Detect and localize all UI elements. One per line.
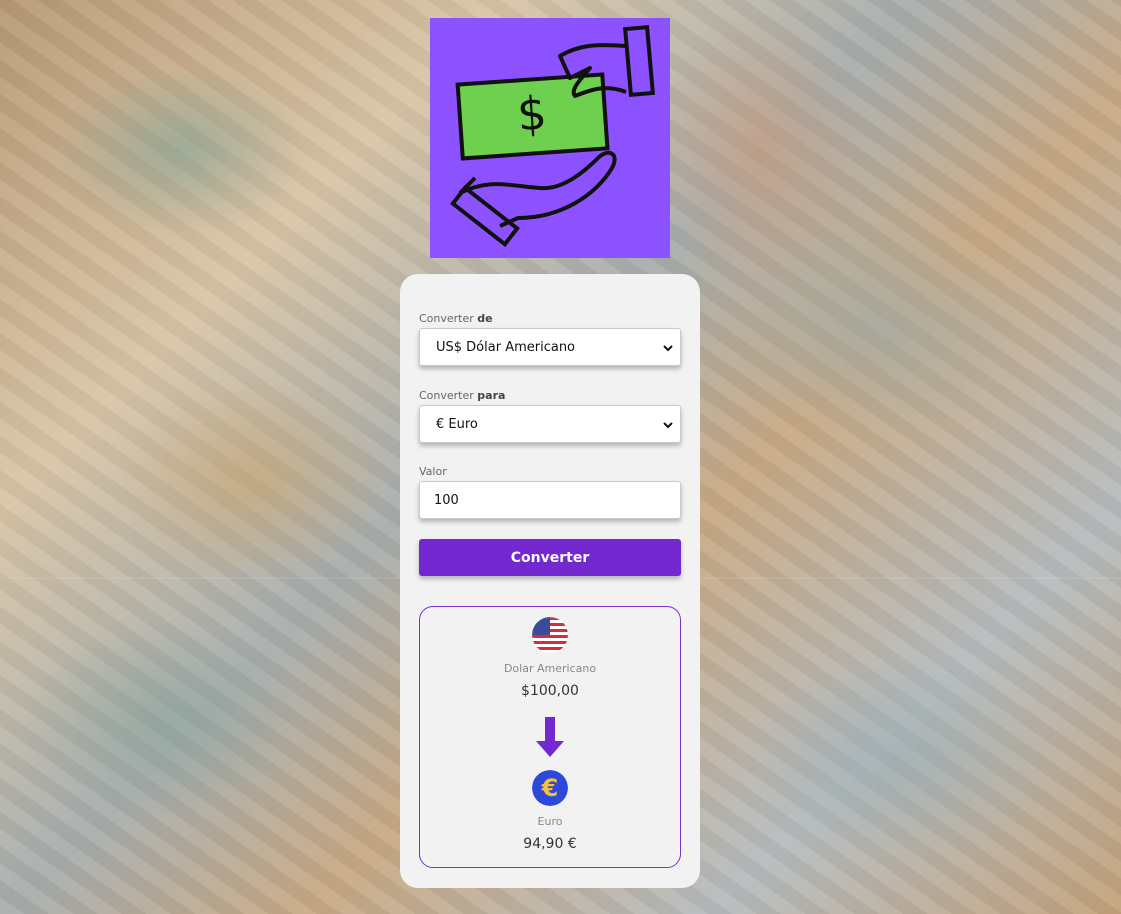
money-exchange-icon: $	[450, 25, 656, 248]
chevron-down-icon	[663, 422, 673, 429]
from-label-text: Converter	[419, 312, 474, 325]
value-input-text: 100	[434, 492, 459, 508]
value-input[interactable]: 100	[419, 481, 681, 519]
to-label: Converter para	[419, 389, 505, 402]
from-label: Converter de	[419, 312, 493, 325]
to-amount: 94,90 €	[523, 836, 577, 852]
result-panel: Dolar Americano $100,00 € Euro 94,90 €	[419, 606, 681, 868]
euro-icon: €	[532, 770, 568, 806]
arrow-down-icon	[536, 717, 564, 757]
to-currency-value: € Euro	[436, 416, 478, 432]
from-currency-name: Dolar Americano	[503, 662, 597, 675]
to-currency-name: Euro	[537, 815, 563, 828]
to-label-text: Converter	[419, 389, 474, 402]
app-logo: $	[430, 18, 670, 258]
from-currency-value: US$ Dólar Americano	[436, 339, 576, 355]
to-label-bold: para	[477, 389, 506, 402]
from-label-bold: de	[477, 312, 493, 325]
chevron-down-icon	[663, 345, 673, 352]
from-currency-select[interactable]: US$ Dólar Americano	[419, 328, 681, 366]
convert-button[interactable]: Converter	[419, 539, 681, 576]
to-currency-select[interactable]: € Euro	[419, 405, 681, 443]
us-flag-icon	[532, 617, 568, 653]
value-label: Valor	[419, 465, 447, 478]
converter-card: Converter de US$ Dólar Americano Convert…	[400, 274, 700, 888]
svg-text:$: $	[515, 86, 548, 142]
svg-text:€: €	[541, 774, 559, 802]
from-amount: $100,00	[521, 683, 579, 699]
